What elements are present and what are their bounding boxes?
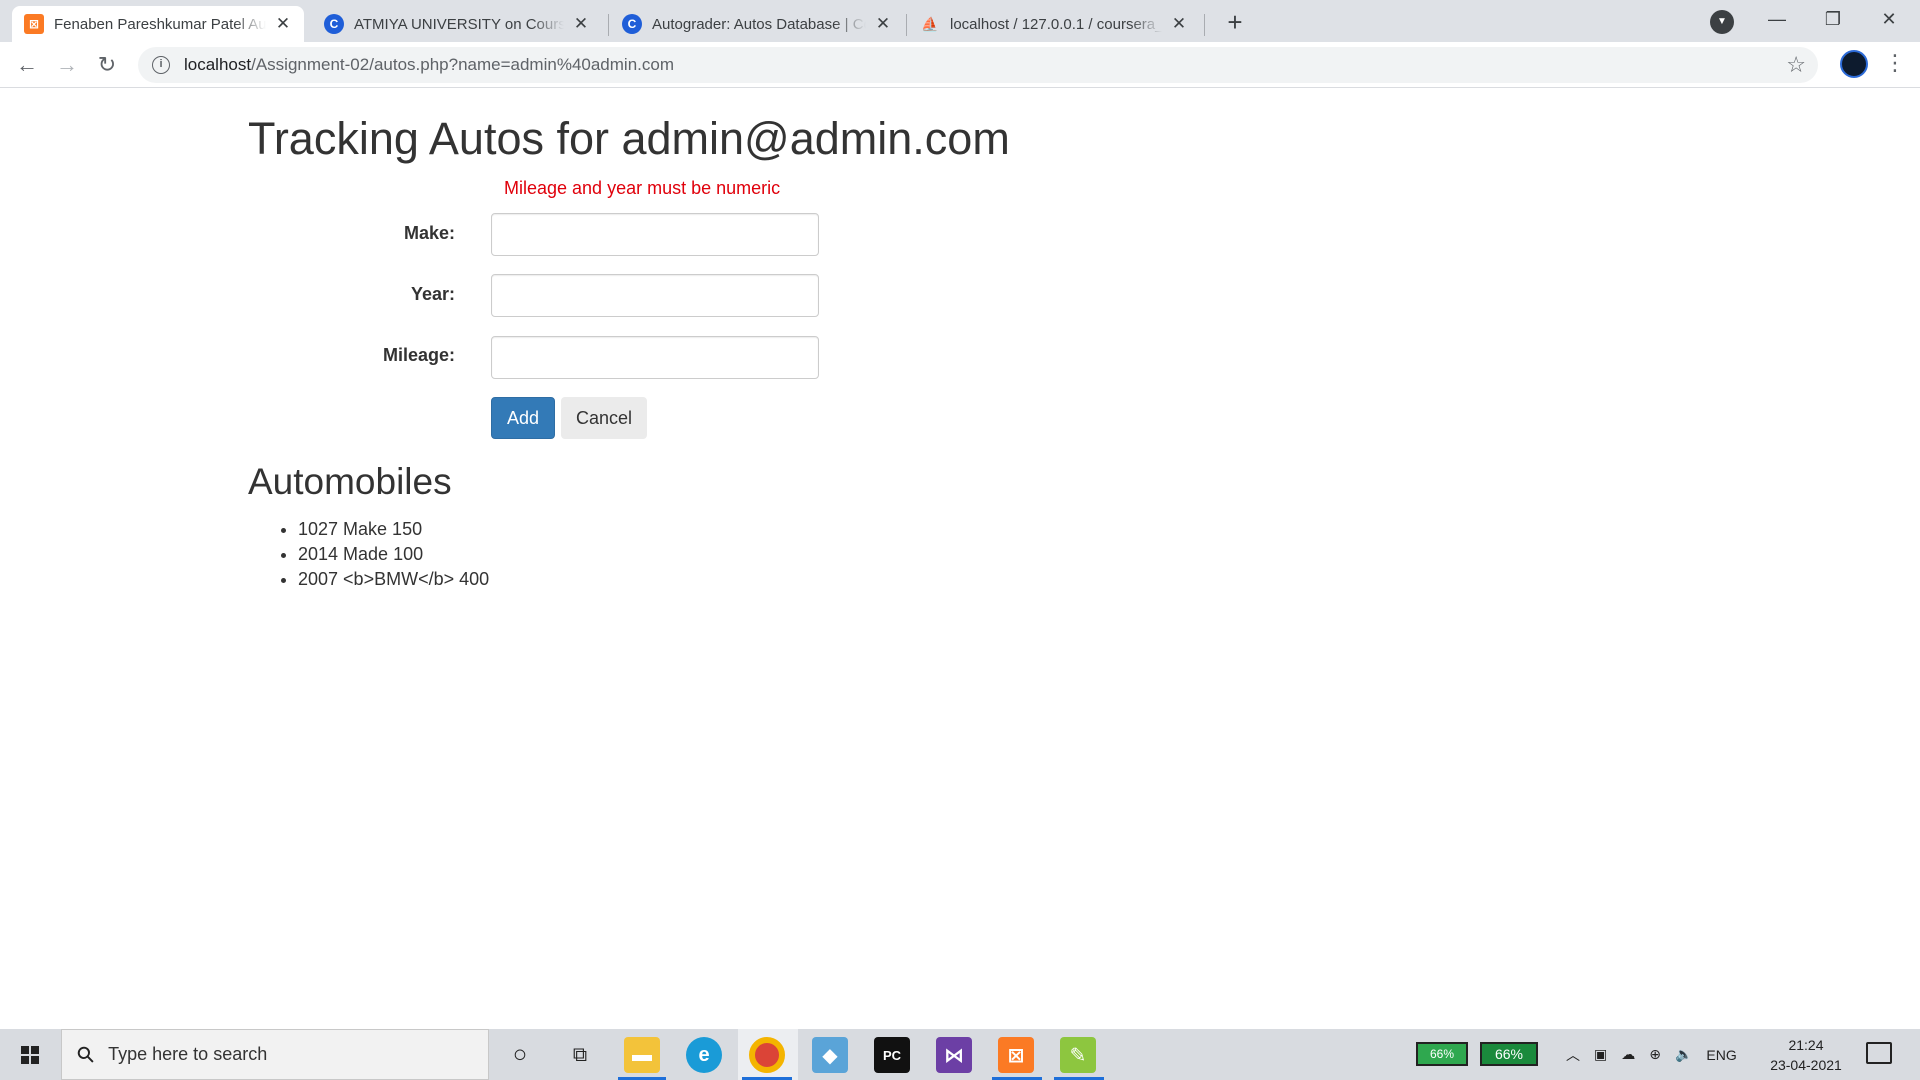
start-button[interactable] xyxy=(0,1029,60,1080)
virtualbox-icon[interactable]: ◆ xyxy=(812,1037,848,1073)
make-label: Make: xyxy=(403,223,455,243)
coursera-icon: C xyxy=(622,14,642,34)
forward-icon[interactable]: → xyxy=(52,50,82,80)
taskbar-clock[interactable]: 21:24 23-04-2021 xyxy=(1760,1035,1852,1075)
notepad-plus-plus-icon[interactable]: ✎ xyxy=(1060,1037,1096,1073)
close-tab-icon[interactable]: ✕ xyxy=(572,14,590,34)
windows-taskbar: ⚲ Type here to search ○ ⧉ ▬ e ◆ PC ⋈ ⊠ ✎… xyxy=(0,1029,1920,1080)
xampp-icon[interactable]: ⊠ xyxy=(998,1037,1034,1073)
tab-autograder[interactable]: C Autograder: Autos Database | Coursera … xyxy=(610,6,904,42)
notification-center-icon[interactable] xyxy=(1866,1042,1892,1064)
clock-date: 23-04-2021 xyxy=(1770,1057,1842,1073)
profile-avatar[interactable] xyxy=(1840,50,1868,78)
page-title: Tracking Autos for admin@admin.com xyxy=(248,113,1010,164)
tab-search-icon[interactable]: ▼ xyxy=(1710,10,1734,34)
tab-separator xyxy=(608,14,609,36)
page-content: Tracking Autos for admin@admin.com Milea… xyxy=(0,89,1920,1029)
browser-toolbar: ← → ↻ i localhost/Assignment-02/autos.ph… xyxy=(0,42,1920,88)
address-bar[interactable]: i localhost/Assignment-02/autos.php?name… xyxy=(138,47,1818,83)
automobiles-heading: Automobiles xyxy=(248,461,452,502)
volume-muted-icon[interactable]: 🔈 xyxy=(1675,1046,1692,1063)
address-url: localhost/Assignment-02/autos.php?name=a… xyxy=(184,55,674,74)
search-placeholder: Type here to search xyxy=(108,1044,268,1064)
meet-now-icon[interactable]: ▣ xyxy=(1594,1046,1607,1063)
year-label: Year: xyxy=(410,284,455,304)
reload-icon[interactable]: ↻ xyxy=(92,50,122,80)
error-message: Mileage and year must be numeric xyxy=(504,178,781,198)
language-indicator[interactable]: ENG xyxy=(1706,1047,1736,1063)
cortana-icon[interactable]: ○ xyxy=(502,1037,538,1073)
tab-title: localhost / 127.0.0.1 / coursera_b xyxy=(950,15,1162,33)
taskbar-search[interactable]: ⚲ Type here to search xyxy=(61,1029,489,1080)
list-item: 2014 Made 100 xyxy=(298,542,489,567)
close-window-button[interactable]: ✕ xyxy=(1866,4,1912,34)
onedrive-icon[interactable]: ☁ xyxy=(1621,1046,1635,1063)
edge-icon[interactable]: e xyxy=(686,1037,722,1073)
browser-menu-icon[interactable]: ⋮ xyxy=(1884,48,1906,78)
tab-autos[interactable]: ⊠ Fenaben Pareshkumar Patel Autos ✕ xyxy=(12,6,304,42)
close-tab-icon[interactable]: ✕ xyxy=(1170,14,1188,34)
xampp-icon: ⊠ xyxy=(24,14,44,34)
tab-title: Fenaben Pareshkumar Patel Autos xyxy=(54,15,266,33)
back-icon[interactable]: ← xyxy=(12,50,42,80)
clock-time: 21:24 xyxy=(1788,1037,1824,1053)
task-view-icon[interactable]: ⧉ xyxy=(562,1037,598,1073)
tab-phpmyadmin[interactable]: ⛵ localhost / 127.0.0.1 / coursera_b ✕ xyxy=(908,6,1200,42)
bookmark-star-icon[interactable]: ☆ xyxy=(1786,52,1806,78)
tab-bar: ⊠ Fenaben Pareshkumar Patel Autos ✕ C AT… xyxy=(0,0,1920,42)
year-input[interactable] xyxy=(491,274,819,317)
tab-title: Autograder: Autos Database | Coursera xyxy=(652,15,866,33)
coursera-icon: C xyxy=(324,14,344,34)
tab-separator xyxy=(1204,14,1205,36)
phpmyadmin-icon: ⛵ xyxy=(921,15,939,32)
autos-list: 1027 Make 150 2014 Made 100 2007 <b>BMW<… xyxy=(298,517,489,592)
make-input[interactable] xyxy=(491,213,819,256)
tab-separator xyxy=(906,14,907,36)
mileage-input[interactable] xyxy=(491,336,819,379)
chrome-icon[interactable] xyxy=(749,1037,785,1073)
list-item: 2007 <b>BMW</b> 400 xyxy=(298,567,489,592)
tab-atmiya[interactable]: C ATMIYA UNIVERSITY on Coursera ✕ xyxy=(312,6,602,42)
pycharm-icon[interactable]: PC xyxy=(874,1037,910,1073)
search-icon: ⚲ xyxy=(71,1039,101,1069)
site-info-icon[interactable]: i xyxy=(152,56,170,74)
restore-button[interactable]: ❐ xyxy=(1810,4,1856,34)
cancel-button[interactable]: Cancel xyxy=(561,397,647,439)
system-tray: ︿ ▣ ☁ ⊕ 🔈 ENG xyxy=(1566,1029,1737,1080)
file-explorer-icon[interactable]: ▬ xyxy=(624,1037,660,1073)
visual-studio-icon[interactable]: ⋈ xyxy=(936,1037,972,1073)
close-tab-icon[interactable]: ✕ xyxy=(274,14,292,34)
tab-title: ATMIYA UNIVERSITY on Coursera xyxy=(354,15,564,33)
battery-large-indicator[interactable]: 66% xyxy=(1480,1042,1538,1066)
list-item: 1027 Make 150 xyxy=(298,517,489,542)
battery-small-indicator[interactable]: 66% xyxy=(1416,1042,1468,1066)
add-button[interactable]: Add xyxy=(491,397,555,439)
minimize-button[interactable]: — xyxy=(1754,4,1800,34)
mileage-label: Mileage: xyxy=(382,345,455,365)
network-icon[interactable]: ⊕ xyxy=(1649,1046,1661,1063)
show-hidden-icons-icon[interactable]: ︿ xyxy=(1566,1045,1580,1065)
close-tab-icon[interactable]: ✕ xyxy=(874,14,892,34)
windows-icon xyxy=(21,1046,39,1064)
new-tab-button[interactable]: + xyxy=(1220,8,1250,38)
